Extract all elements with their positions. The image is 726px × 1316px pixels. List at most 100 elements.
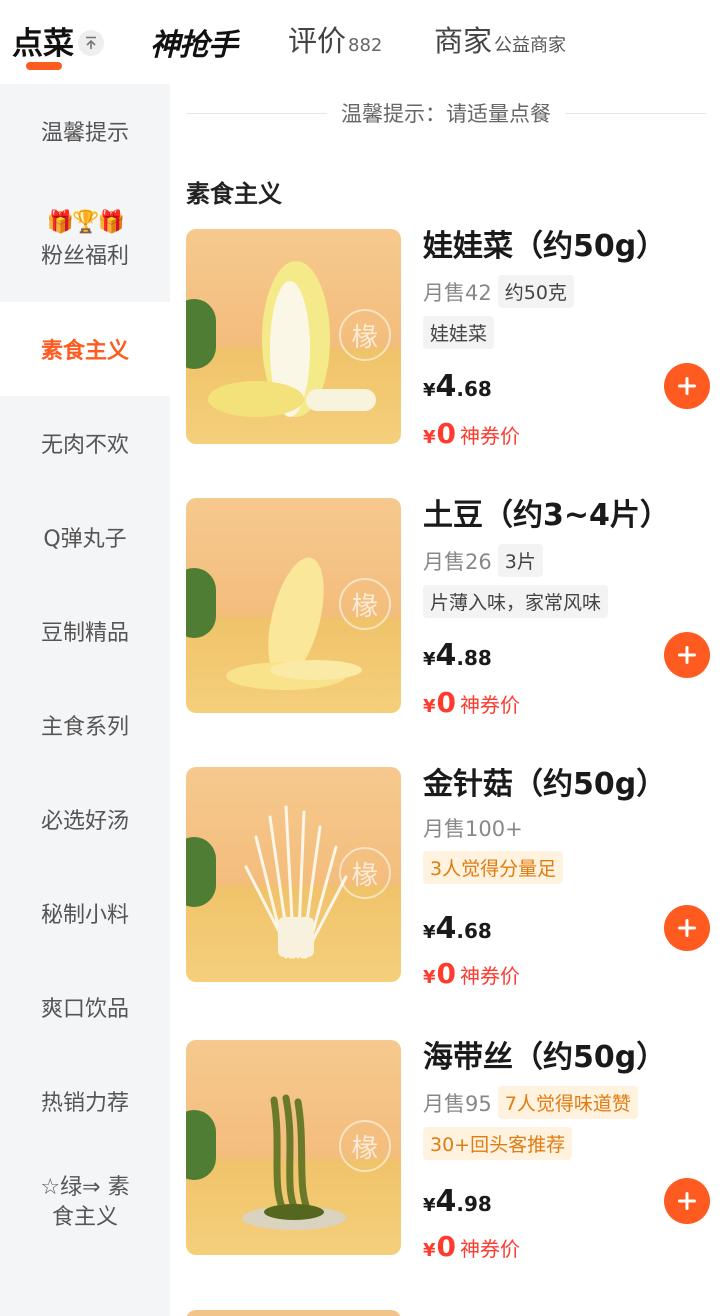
item-meta: 月售42 约50克 — [423, 275, 710, 308]
sidebar-item-staples[interactable]: 主食系列 — [0, 678, 170, 772]
item-info: 金针菇（约50g） 月售100+ 3人觉得分量足 — [423, 767, 710, 884]
coupon-price-value: 0 — [436, 957, 457, 990]
potato-slices-image[interactable]: 椽 — [186, 498, 401, 713]
currency-symbol: ¥ — [423, 1195, 436, 1216]
currency-symbol: ¥ — [423, 427, 436, 448]
item-name: 金针菇（约50g） — [423, 767, 667, 802]
coupon-price: ¥ 0 神券价 — [423, 417, 520, 450]
menu-item[interactable]: 椽 土豆（约3~4片） 月售26 3片 片薄入味，家常风味 ¥ 4 .88 ¥ … — [186, 498, 710, 719]
watermark-badge: 椽 — [339, 847, 391, 899]
plus-icon — [678, 919, 696, 937]
monthly-sales: 月售26 — [423, 549, 492, 574]
sidebar-item-label: 温馨提示 — [40, 121, 129, 146]
item-tags: 娃娃菜 — [423, 316, 710, 349]
tab-brand-logo[interactable]: 神抢手 — [150, 20, 238, 64]
price: ¥ 4 .88 — [423, 638, 492, 673]
item-tags: 片薄入味，家常风味 — [423, 585, 710, 618]
sidebar-item-label-line2: 食主义 — [51, 1205, 118, 1230]
coupon-price-value: 0 — [436, 417, 457, 450]
sidebar-item-tips[interactable]: 温馨提示 — [0, 84, 170, 178]
sidebar-item-label: 秘制小料 — [40, 903, 129, 928]
currency-symbol: ¥ — [423, 649, 436, 670]
review-count: 882 — [348, 35, 383, 56]
price-decimal: .68 — [456, 377, 492, 401]
sidebar-item-drinks[interactable]: 爽口饮品 — [0, 960, 170, 1054]
plus-icon — [678, 1192, 696, 1210]
currency-symbol: ¥ — [423, 922, 436, 943]
plus-icon — [678, 646, 696, 664]
currency-symbol: ¥ — [423, 696, 436, 717]
menu-item[interactable]: 椽 金针菇（约50g） 月售100+ 3人觉得分量足 ¥ 4 .68 ¥ 0 神… — [186, 767, 710, 990]
desc-tag: 娃娃菜 — [423, 316, 495, 349]
price: ¥ 4 .68 — [423, 911, 492, 946]
item-meta: 月售100+ — [423, 813, 710, 843]
sidebar-item-bestsellers[interactable]: 热销力荐 — [0, 1054, 170, 1148]
kelp-shreds-image[interactable]: 椽 — [186, 1040, 401, 1255]
coupon-price: ¥ 0 神券价 — [423, 957, 520, 990]
sidebar-item-label: Q弹丸子 — [43, 527, 127, 552]
coupon-price-value: 0 — [436, 686, 457, 719]
sidebar-item-vegetarian[interactable]: 素食主义 — [0, 302, 170, 396]
tab-merchant[interactable]: 商家 公益商家 — [434, 18, 566, 60]
sidebar-item-soups[interactable]: 必选好汤 — [0, 772, 170, 866]
monthly-sales: 月售100+ — [423, 817, 523, 841]
sidebar-item-label-line1: ☆绿⇒ 素 — [40, 1175, 130, 1200]
tab-review[interactable]: 评价 882 — [288, 18, 382, 60]
add-to-cart-button[interactable] — [664, 363, 710, 409]
sidebar-item-meatballs[interactable]: Q弹丸子 — [0, 490, 170, 584]
pin-top-icon[interactable] — [78, 30, 104, 56]
watermark-badge: 椽 — [339, 309, 391, 361]
active-tab-underline — [26, 62, 62, 70]
add-to-cart-button[interactable] — [664, 632, 710, 678]
coupon-price: ¥ 0 神券价 — [423, 1230, 520, 1263]
currency-symbol: ¥ — [423, 967, 436, 988]
sidebar-item-fan-benefits[interactable]: 🎁🏆🎁 粉丝福利 — [0, 178, 170, 302]
add-to-cart-button[interactable] — [664, 905, 710, 951]
coupon-label: 神券价 — [460, 964, 521, 988]
sidebar-item-tofu[interactable]: 豆制精品 — [0, 584, 170, 678]
item-info: 海带丝（约50g） 月售95 7人觉得味道赞 30+回头客推荐 — [423, 1040, 710, 1160]
item-name: 土豆（约3~4片） — [423, 498, 670, 533]
napa-cabbage-image[interactable]: 椽 — [186, 229, 401, 444]
review-highlight-tag: 7人觉得味道赞 — [497, 1086, 638, 1119]
menu-item[interactable]: 椽 娃娃菜（约50g） 月售42 约50克 娃娃菜 ¥ 4 .68 ¥ 0 神券… — [186, 229, 710, 450]
monthly-sales: 月售42 — [423, 280, 492, 305]
item-info: 娃娃菜（约50g） 月售42 约50克 娃娃菜 — [423, 229, 710, 349]
price-integer: 4 — [435, 638, 457, 673]
coupon-price-value: 0 — [436, 1230, 457, 1263]
top-tab-bar: 点菜 神抢手 评价 882 商家 公益商家 — [0, 0, 726, 84]
sidebar-item-label: 热销力荐 — [40, 1091, 129, 1116]
divider — [186, 112, 327, 114]
spec-tag: 约50克 — [497, 275, 574, 308]
price-decimal: .68 — [456, 919, 492, 943]
coupon-label: 神券价 — [460, 424, 521, 448]
sidebar-item-green-vegetarian[interactable]: ☆绿⇒ 素 食主义 — [0, 1148, 170, 1258]
menu-list: 温馨提示：请适量点餐 素食主义 椽 娃娃菜（约50g） 月售42 约50克 娃娃… — [170, 84, 726, 1316]
sidebar-item-label: 爽口饮品 — [40, 997, 129, 1022]
next-item-image-peek — [186, 1310, 401, 1316]
sidebar-item-label: 必选好汤 — [40, 809, 129, 834]
desc-tag: 片薄入味，家常风味 — [423, 585, 609, 618]
sidebar-item-label: 无肉不欢 — [40, 433, 129, 458]
price-integer: 4 — [435, 369, 457, 404]
coupon-price: ¥ 0 神券价 — [423, 686, 520, 719]
enoki-mushroom-image[interactable]: 椽 — [186, 767, 401, 982]
price: ¥ 4 .98 — [423, 1184, 492, 1219]
tip-text: 温馨提示：请适量点餐 — [341, 102, 551, 126]
spec-tag: 3片 — [497, 544, 543, 577]
add-to-cart-button[interactable] — [664, 1178, 710, 1224]
review-highlight-tag: 3人觉得分量足 — [423, 851, 564, 884]
item-tags: 3人觉得分量足 — [423, 851, 710, 884]
item-tags: 30+回头客推荐 — [423, 1127, 710, 1160]
tab-order[interactable]: 点菜 — [12, 18, 104, 63]
coupon-label: 神券价 — [460, 693, 521, 717]
plus-icon — [678, 377, 696, 395]
sidebar-item-meat-lovers[interactable]: 无肉不欢 — [0, 396, 170, 490]
tab-merchant-label: 商家 — [434, 24, 493, 58]
sidebar-item-sauces[interactable]: 秘制小料 — [0, 866, 170, 960]
sidebar-item-label: 豆制精品 — [40, 621, 129, 646]
sidebar-item-label: 素食主义 — [40, 339, 129, 364]
price-decimal: .98 — [456, 1192, 492, 1216]
menu-item[interactable]: 椽 海带丝（约50g） 月售95 7人觉得味道赞 30+回头客推荐 ¥ 4 .9… — [186, 1040, 710, 1263]
item-info: 土豆（约3~4片） 月售26 3片 片薄入味，家常风味 — [423, 498, 710, 618]
